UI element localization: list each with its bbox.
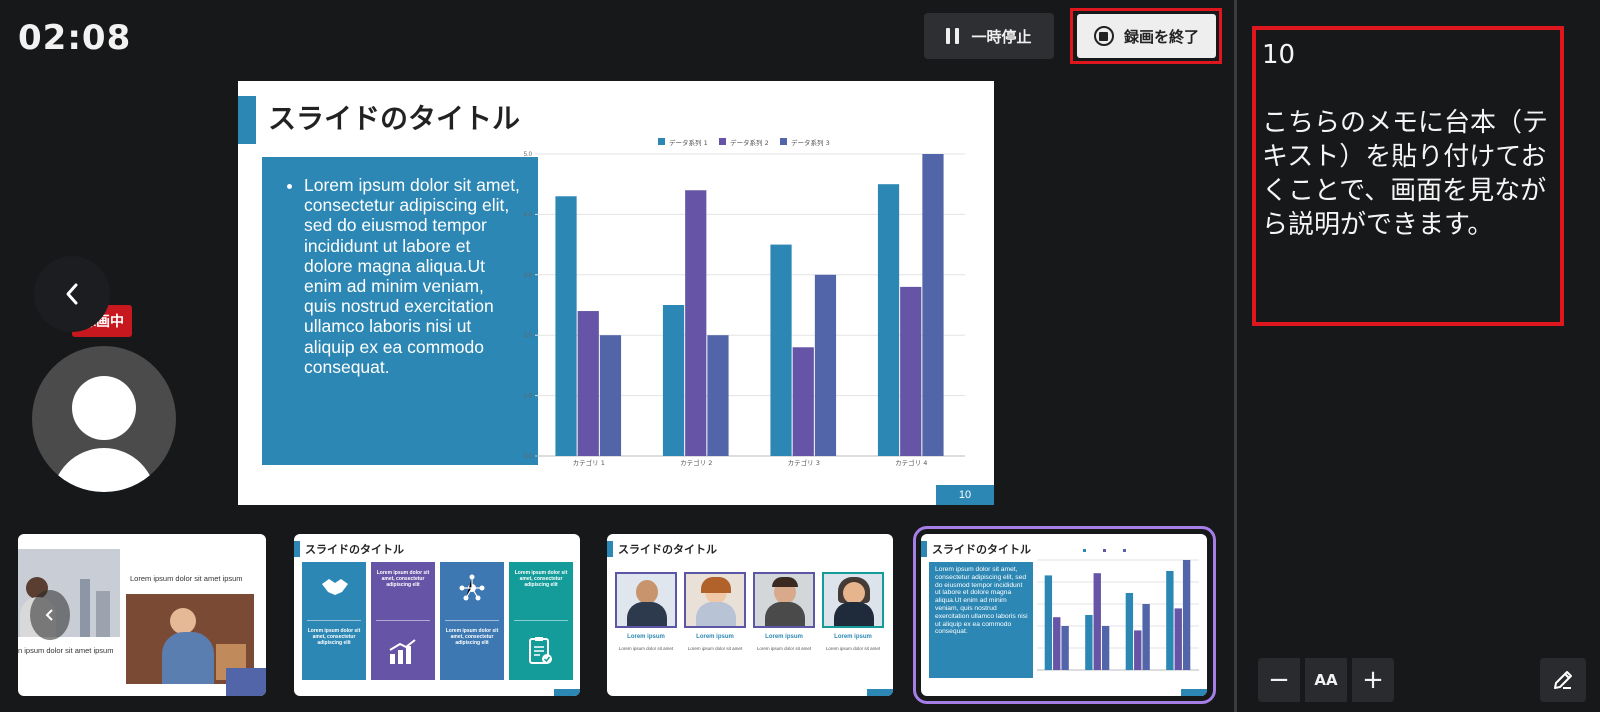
thumb-caption-top: Lorem ipsum dolor sit amet ipsum — [130, 574, 243, 583]
pause-button[interactable]: 一時停止 — [924, 13, 1054, 59]
legend-swatch — [1123, 549, 1126, 552]
x-tick-label: カテゴリ 1 — [573, 458, 605, 467]
bar-1-4 — [877, 184, 900, 456]
pencil-icon — [1554, 671, 1572, 689]
thumb-bar-chart — [1037, 549, 1199, 671]
bar-2-3 — [792, 347, 814, 456]
stop-recording-button[interactable]: 録画を終了 — [1077, 14, 1216, 58]
bar-1-2 — [662, 305, 685, 456]
growth-chart-icon — [389, 639, 416, 664]
bar-1-3 — [1125, 593, 1134, 670]
bar-3-4 — [922, 154, 944, 456]
thumb-column: Lorem ipsum dolor sit amet, consectetur … — [440, 562, 504, 680]
person-photo — [753, 572, 815, 628]
bar-3-3 — [1142, 604, 1150, 670]
bar-3-2 — [1101, 626, 1110, 670]
legend-swatch — [780, 138, 787, 145]
speaker-notes[interactable]: 10 こちらのメモに台本（テキスト）を貼り付けておくことで、画面を見ながら説明が… — [1252, 26, 1564, 326]
notes-page-number: 10 — [1262, 40, 1296, 70]
person-photo — [822, 572, 884, 628]
bar-1-1 — [1044, 575, 1053, 670]
y-tick-label: 1.0 — [524, 394, 533, 400]
bar-2-4 — [1174, 608, 1182, 670]
pause-label: 一時停止 — [971, 27, 1032, 46]
person-photo — [615, 572, 677, 628]
slide-thumbnail-2[interactable]: スライドのタイトル Lorem ipsum dolor sit amet, co… — [294, 534, 580, 696]
bar-1-1 — [555, 196, 577, 456]
y-tick-label: 4.0 — [524, 212, 533, 218]
network-icon — [459, 574, 485, 601]
slide-thumbnail-3[interactable]: スライドのタイトル Lorem ipsum Lorem ipsum Lorem … — [607, 534, 893, 696]
bar-1-3 — [770, 244, 792, 456]
slide-bullet: Lorem ipsum dolor sit amet, consectetur … — [304, 175, 520, 377]
slide-title-accent — [238, 96, 256, 144]
x-tick-label: カテゴリ 2 — [680, 458, 712, 467]
x-tick-label: カテゴリ 3 — [788, 458, 820, 467]
legend-swatch — [719, 138, 726, 145]
slide-text-box: Lorem ipsum dolor sit amet, consectetur … — [262, 157, 538, 465]
bar-1-4 — [1166, 571, 1174, 670]
thumb-title: スライドのタイトル — [618, 543, 717, 556]
thumb-body: Lorem ipsum dolor sit amet, consectetur … — [935, 566, 1028, 636]
slide-page-number: 10 — [936, 485, 994, 505]
thumb-title: スライドのタイトル — [932, 543, 1031, 556]
legend-label: データ系列 3 — [791, 138, 830, 147]
bar-3-2 — [707, 335, 729, 456]
avatar-body — [52, 448, 156, 492]
thumbnail-scroll-left[interactable] — [30, 590, 70, 640]
avatar-head — [72, 376, 136, 440]
legend-label: データ系列 2 — [730, 138, 769, 147]
legend-swatch — [1103, 549, 1106, 552]
thumb-caption-bottom: n ipsum dolor sit amet ipsum — [18, 646, 114, 655]
chevron-left-icon — [45, 609, 53, 621]
previous-slide-button[interactable] — [34, 256, 110, 332]
edit-notes-button[interactable] — [1540, 658, 1586, 702]
legend-label: データ系列 1 — [669, 138, 708, 147]
bar-3-4 — [1182, 560, 1191, 670]
legend-swatch — [1083, 549, 1086, 552]
notes-text: こちらのメモに台本（テキスト）を貼り付けておくことで、画面を見ながら説明ができま… — [1262, 108, 1549, 240]
bar-2-4 — [900, 286, 922, 456]
y-tick-label: 3.0 — [524, 273, 533, 279]
slide-thumbnail-4[interactable]: スライドのタイトル Lorem ipsum dolor sit amet, co… — [921, 534, 1207, 696]
y-tick-label: 0.0 — [524, 454, 533, 460]
bar-2-2 — [685, 190, 707, 457]
bar-2-3 — [1134, 630, 1142, 670]
elapsed-timer: 02:08 — [18, 18, 132, 58]
decrease-font-button[interactable]: − — [1258, 658, 1300, 702]
handshake-icon — [322, 579, 348, 595]
slide-bar-chart: 0.0 1.0 2.0 3.0 4.0 5.0 カテゴリ 1 カテゴリ 2 カテゴリ 3 カテゴリ… — [524, 138, 965, 467]
bar-1-2 — [1085, 615, 1093, 670]
font-size-icon[interactable]: AA — [1305, 658, 1347, 702]
bar-3-3 — [814, 274, 837, 456]
thumb-title: スライドのタイトル — [305, 543, 404, 556]
pause-icon — [946, 28, 960, 44]
current-slide: スライドのタイトル Lorem ipsum dolor sit amet, co… — [238, 81, 994, 505]
thumb-column: Lorem ipsum dolor sit amet, consectetur … — [371, 562, 435, 680]
chevron-left-icon — [66, 283, 78, 305]
presenter-avatar — [32, 346, 176, 492]
bar-2-1 — [577, 311, 599, 456]
thumb-column: Lorem ipsum dolor sit amet, consectetur … — [509, 562, 573, 680]
increase-font-button[interactable]: + — [1352, 658, 1394, 702]
bar-2-2 — [1093, 573, 1101, 670]
stop-label: 録画を終了 — [1123, 27, 1199, 46]
bar-3-1 — [1061, 626, 1069, 670]
stop-icon — [1093, 26, 1114, 46]
bar-2-1 — [1053, 617, 1061, 670]
thumb-column: Lorem ipsum dolor sit amet, consectetur … — [302, 562, 366, 680]
slide-title: スライドのタイトル — [268, 102, 521, 135]
x-tick-label: カテゴリ 4 — [895, 458, 927, 467]
y-tick-label: 2.0 — [524, 333, 533, 339]
clipboard-check-icon — [529, 637, 552, 664]
bar-3-1 — [599, 335, 622, 456]
person-photo — [684, 572, 746, 628]
y-tick-label: 5.0 — [524, 152, 533, 158]
legend-swatch — [658, 138, 665, 145]
